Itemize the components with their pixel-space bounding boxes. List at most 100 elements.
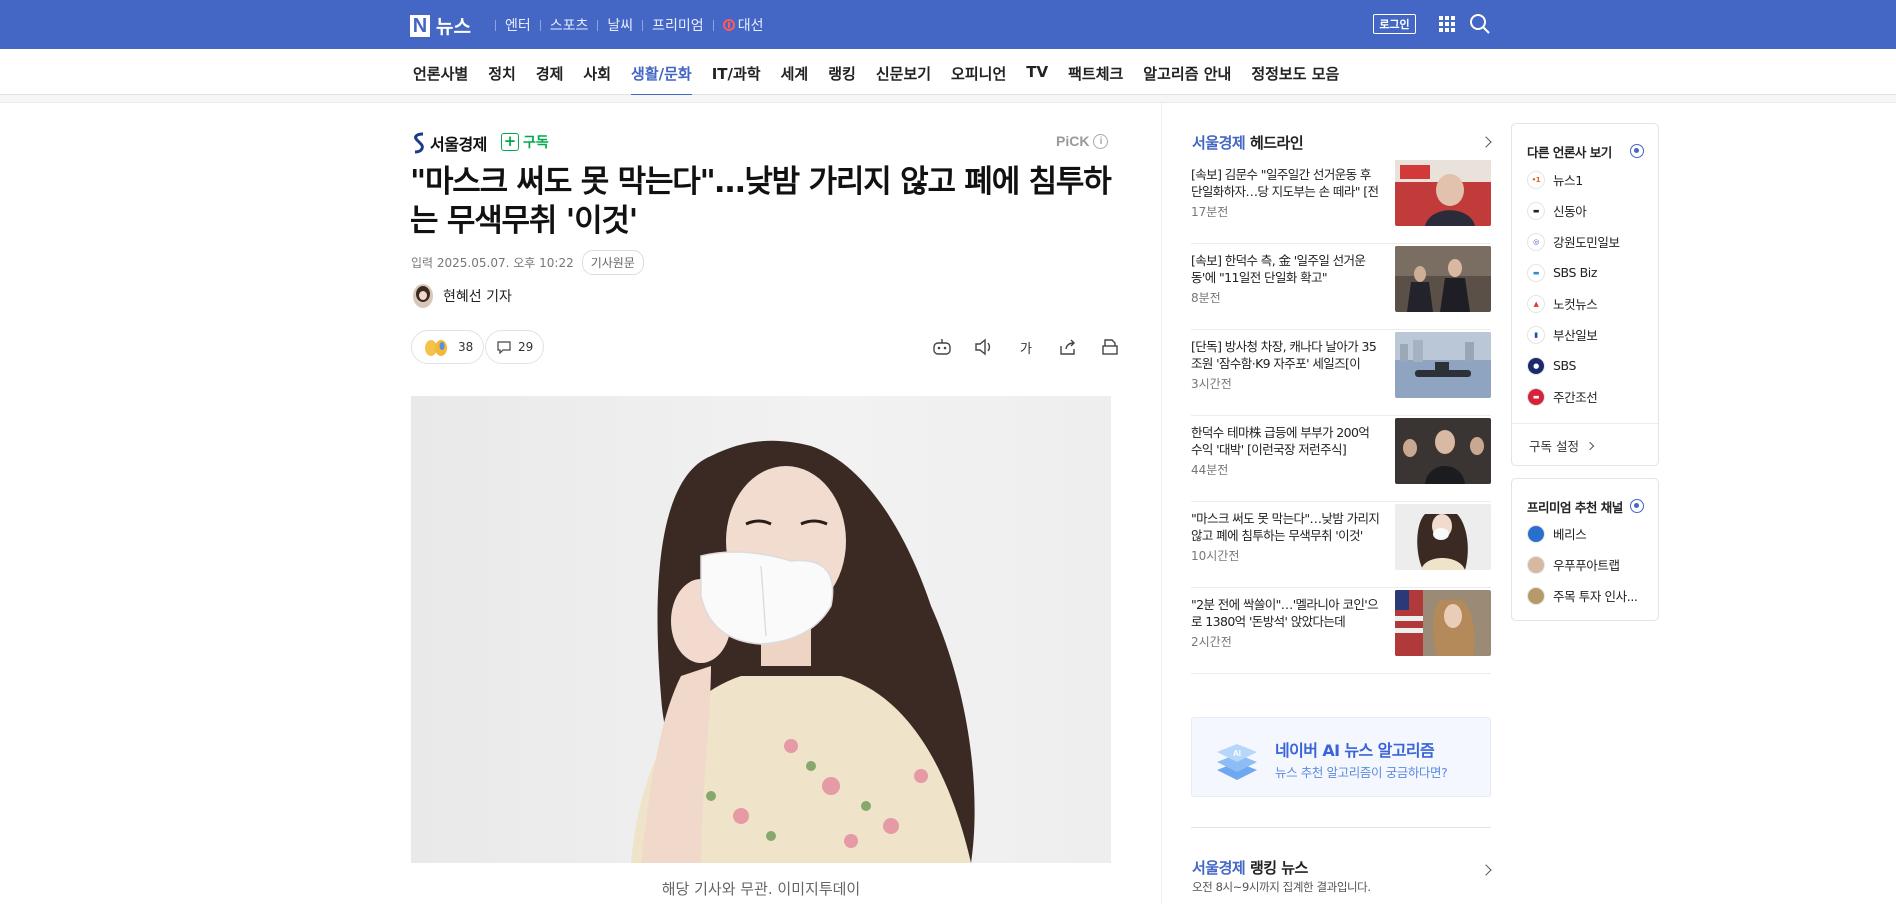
other-press-list: •1 뉴스1 ▬ 신동아 ◎ 강원도민일보 ▬ SBS Biz ▲ 노컷뉴스 ▮ 부산일보 …: [1527, 164, 1620, 412]
headline-item[interactable]: "2분 전에 싹쓸이"…'멜라니아 코인'으로 1380억 '돈방석' 앉았다는…: [1191, 588, 1491, 674]
press-logo[interactable]: 서울경제: [412, 131, 487, 155]
press-logo-icon: •1: [1527, 170, 1545, 189]
headline-thumbnail: [1395, 160, 1491, 226]
headlines-more-chevron-icon[interactable]: [1480, 136, 1492, 148]
press-logo-icon: ▬: [1527, 263, 1545, 282]
subscribe-button[interactable]: + 구독: [501, 132, 549, 152]
press-item[interactable]: ▲ 노컷뉴스: [1527, 288, 1620, 319]
press-logo-icon: ◎: [1527, 232, 1545, 251]
original-article-button[interactable]: 기사원문: [581, 250, 644, 275]
category-it-science[interactable]: IT/과학: [712, 49, 761, 95]
category-press[interactable]: 언론사별: [413, 49, 468, 95]
summary-bot-icon[interactable]: [930, 336, 954, 358]
headline-time: 2시간전: [1191, 635, 1232, 649]
service-grid-icon[interactable]: [1438, 15, 1456, 33]
reaction-count: 38: [458, 340, 474, 354]
press-item-label: 부산일보: [1553, 328, 1598, 343]
reporter[interactable]: 현혜선 기자: [413, 284, 512, 308]
category-society[interactable]: 사회: [583, 49, 611, 95]
premium-item[interactable]: 주목 투자 인사...: [1527, 580, 1638, 611]
headline-text: 한덕수 테마株 급등에 부부가 200억 수익 '대박' [이런국장 저런주식]: [1191, 425, 1370, 457]
search-icon[interactable]: [1469, 13, 1491, 35]
headline-item[interactable]: "마스크 써도 못 막는다"…낮밤 가리지 않고 폐에 침투하는 무색무취 '이…: [1191, 502, 1491, 588]
reaction-button[interactable]: 38: [411, 330, 485, 364]
article-headline: "마스크 써도 못 막는다"…낮밤 가리지 않고 폐에 침투하는 무색무취 '이…: [410, 164, 1112, 239]
category-corrections[interactable]: 정정보도 모음: [1251, 49, 1339, 95]
press-logo-icon: ▬: [1527, 201, 1545, 220]
premium-item-label: 우푸푸아트랩: [1553, 558, 1620, 573]
pick-badge[interactable]: PiCK i: [1056, 133, 1109, 149]
top-bar: N 뉴스 엔터 스포츠 날씨 프리미엄 대선 로그인: [0, 0, 1896, 49]
font-size-icon[interactable]: 가: [1014, 336, 1038, 358]
category-ranking[interactable]: 랭킹: [828, 49, 856, 95]
category-politics[interactable]: 정치: [488, 49, 516, 95]
press-item[interactable]: ▬ 주간조선: [1527, 381, 1620, 412]
press-item[interactable]: ▬ SBS Biz: [1527, 257, 1620, 288]
top-link-entertain[interactable]: 엔터: [505, 15, 531, 35]
press-item-label: SBS Biz: [1553, 265, 1598, 280]
ai-algorithm-banner[interactable]: AI 네이버 AI 뉴스 알고리즘 뉴스 추천 알고리즘이 궁금하다면?: [1191, 717, 1491, 797]
press-item-label: 뉴스1: [1553, 173, 1583, 188]
press-item[interactable]: ▬ 신동아: [1527, 195, 1620, 226]
comment-button[interactable]: 29: [485, 330, 545, 364]
share-icon[interactable]: [1056, 336, 1080, 358]
headline-item[interactable]: [속보] 한덕수 측, 金 '일주일 선거운동'에 "11일전 단일화 확고" …: [1191, 244, 1491, 330]
top-link-weather[interactable]: 날씨: [607, 15, 633, 35]
ranking-more-chevron-icon[interactable]: [1480, 864, 1492, 876]
press-item-label: SBS: [1553, 358, 1577, 373]
photo-caption: 해당 기사와 무관. 이미지투데이: [661, 880, 861, 898]
ranking-title[interactable]: 서울경제 랭킹 뉴스: [1192, 857, 1308, 878]
category-factcheck[interactable]: 팩트체크: [1068, 49, 1123, 95]
comment-count: 29: [518, 340, 534, 354]
woman-coughing-image: [631, 440, 975, 863]
category-newspaper[interactable]: 신문보기: [876, 49, 931, 95]
headline-item[interactable]: 한덕수 테마株 급등에 부부가 200억 수익 '대박' [이런국장 저런주식]…: [1191, 416, 1491, 502]
article-dateline: 입력 2025.05.07. 오후 10:22 기사원문: [411, 250, 644, 275]
published-date: 입력 2025.05.07. 오후 10:22: [411, 256, 574, 270]
column-divider: [1161, 103, 1162, 904]
headline-item[interactable]: [속보] 김문수 "일주일간 선거운동 후 단일화하자…당 지도부는 손 떼라"…: [1191, 158, 1491, 244]
login-button[interactable]: 로그인: [1373, 14, 1416, 34]
headline-time: 3시간전: [1191, 377, 1232, 391]
ai-banner-subtitle: 뉴스 추천 알고리즘이 궁금하다면?: [1275, 765, 1448, 780]
category-life-culture[interactable]: 생활/문화: [631, 49, 692, 96]
news-logo-text: 뉴스: [436, 16, 471, 38]
refresh-icon[interactable]: [1630, 144, 1644, 158]
press-logo-icon: ▮: [1527, 325, 1545, 344]
top-link-election[interactable]: 대선: [722, 15, 763, 35]
ai-banner-title: 네이버 AI 뉴스 알고리즘: [1275, 741, 1435, 760]
info-icon: i: [1093, 133, 1109, 149]
headline-thumbnail: [1395, 246, 1491, 312]
press-name: 서울경제: [430, 135, 487, 154]
category-tv[interactable]: TV: [1026, 49, 1048, 95]
top-link-sports[interactable]: 스포츠: [550, 15, 589, 35]
headline-item[interactable]: [단독] 방사청 차장, 캐나다 날아가 35조원 '잠수함·K9 자주포' 세…: [1191, 330, 1491, 416]
premium-item[interactable]: 베리스: [1527, 518, 1637, 549]
headline-text: "2분 전에 싹쓸이"…'멜라니아 코인'으로 1380억 '돈방석' 앉았다는…: [1191, 597, 1379, 629]
reporter-name: 현혜선 기자: [443, 289, 512, 305]
press-item[interactable]: ▮ 부산일보: [1527, 319, 1620, 350]
press-item[interactable]: •1 뉴스1: [1527, 164, 1620, 195]
press-item[interactable]: ● SBS: [1527, 350, 1620, 381]
premium-item[interactable]: 우푸푸아트랩: [1527, 549, 1637, 580]
headlines-title[interactable]: 서울경제 헤드라인: [1192, 132, 1304, 153]
refresh-icon[interactable]: [1630, 499, 1644, 513]
comment-icon: [497, 341, 511, 354]
category-opinion[interactable]: 오피니언: [951, 49, 1006, 95]
press-logo-icon: ▬: [1527, 387, 1545, 406]
ai-icon: AI: [1217, 744, 1257, 780]
headline-time: 10시간전: [1191, 549, 1240, 563]
category-algorithm[interactable]: 알고리즘 안내: [1143, 49, 1231, 95]
text-to-speech-icon[interactable]: [972, 336, 996, 358]
naver-news-logo[interactable]: N 뉴스: [410, 12, 471, 39]
headline-text: [단독] 방사청 차장, 캐나다 날아가 35조원 '잠수함·K9 자주포' 세…: [1191, 339, 1377, 374]
headline-time: 8분전: [1191, 291, 1221, 305]
clap-icon: [425, 340, 447, 356]
press-item[interactable]: ◎ 강원도민일보: [1527, 226, 1620, 257]
press-logo-icon: [414, 132, 424, 154]
category-world[interactable]: 세계: [781, 49, 809, 95]
top-link-premium[interactable]: 프리미엄: [652, 15, 704, 35]
category-economy[interactable]: 경제: [536, 49, 564, 95]
subscription-settings[interactable]: 구독 설정: [1512, 423, 1658, 465]
print-icon[interactable]: [1098, 336, 1122, 358]
